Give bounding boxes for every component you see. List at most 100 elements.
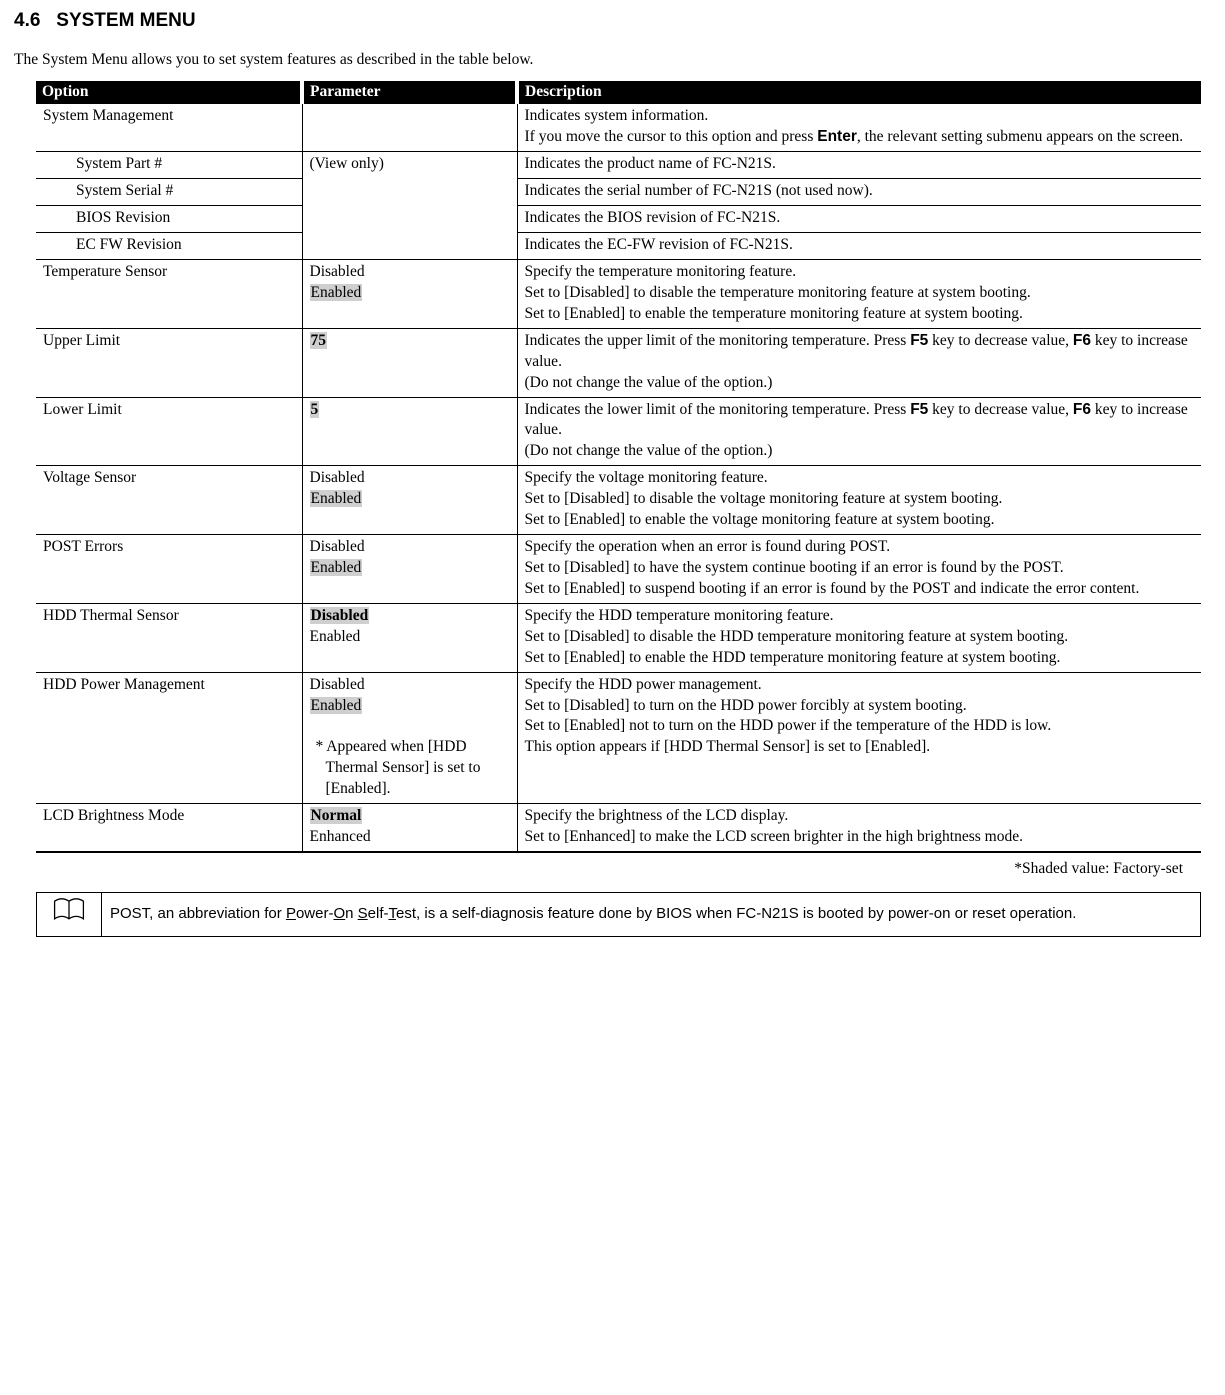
cell-parameter: Disabled Enabled: [302, 535, 517, 604]
cell-option: Temperature Sensor: [36, 260, 302, 329]
param-value: 5: [310, 401, 320, 418]
desc-line: Set to [Enabled] to suspend booting if a…: [525, 579, 1195, 600]
key-f6: F6: [1073, 401, 1091, 418]
desc-line: Set to [Enabled] not to turn on the HDD …: [525, 716, 1195, 737]
intro-paragraph: The System Menu allows you to set system…: [14, 50, 1211, 71]
cell-description: Indicates the lower limit of the monitor…: [517, 397, 1201, 466]
cell-description: Specify the HDD temperature monitoring f…: [517, 603, 1201, 672]
row-lcd-brightness: LCD Brightness Mode Normal Enhanced Spec…: [36, 804, 1201, 852]
header-option: Option: [36, 81, 302, 104]
desc-line: If you move the cursor to this option an…: [525, 127, 1195, 148]
cell-description: Indicates the product name of FC-N21S.: [517, 152, 1201, 179]
param-note: * Appeared when [HDD Thermal Sensor] is …: [310, 737, 510, 800]
desc-line: Specify the temperature monitoring featu…: [525, 262, 1195, 283]
desc-line: Specify the HDD power management.: [525, 675, 1195, 696]
param-value: 75: [310, 332, 328, 349]
row-ecfw-revision: EC FW Revision Indicates the EC-FW revis…: [36, 233, 1201, 260]
table-header-row: Option Parameter Description: [36, 81, 1201, 104]
desc-line: Specify the voltage monitoring feature.: [525, 468, 1195, 489]
note-text: POST, an abbreviation for Power-On Self-…: [102, 892, 1201, 936]
param-disabled: Disabled: [310, 263, 365, 280]
cell-option: System Management: [36, 104, 302, 152]
desc-line: Specify the brightness of the LCD displa…: [525, 806, 1195, 827]
cell-parameter: Disabled Enabled: [302, 466, 517, 535]
cell-option: LCD Brightness Mode: [36, 804, 302, 852]
cell-option: HDD Power Management: [36, 672, 302, 804]
desc-line: Set to [Disabled] to turn on the HDD pow…: [525, 696, 1195, 717]
cell-description: Indicates the BIOS revision of FC-N21S.: [517, 206, 1201, 233]
section-number: 4.6: [14, 10, 40, 31]
key-enter: Enter: [817, 128, 857, 145]
param-disabled: Disabled: [310, 676, 365, 693]
param-enabled: Enabled: [310, 697, 363, 714]
cell-parameter: 5: [302, 397, 517, 466]
desc-line: Set to [Disabled] to disable the tempera…: [525, 283, 1195, 304]
cell-description: Specify the voltage monitoring feature. …: [517, 466, 1201, 535]
desc-line: Indicates the lower limit of the monitor…: [525, 400, 1195, 442]
row-bios-revision: BIOS Revision Indicates the BIOS revisio…: [36, 206, 1201, 233]
cell-parameter: 75: [302, 328, 517, 397]
cell-description: Indicates the upper limit of the monitor…: [517, 328, 1201, 397]
row-voltage-sensor: Voltage Sensor Disabled Enabled Specify …: [36, 466, 1201, 535]
param-enabled: Enabled: [310, 559, 363, 576]
desc-line: (Do not change the value of the option.): [525, 373, 1195, 394]
desc-line: This option appears if [HDD Thermal Sens…: [525, 737, 1195, 758]
cell-option: POST Errors: [36, 535, 302, 604]
cell-option: Lower Limit: [36, 397, 302, 466]
cell-option: Upper Limit: [36, 328, 302, 397]
cell-description: Specify the brightness of the LCD displa…: [517, 804, 1201, 852]
desc-line: Specify the HDD temperature monitoring f…: [525, 606, 1195, 627]
key-f6: F6: [1073, 332, 1091, 349]
cell-option: System Serial #: [36, 179, 302, 206]
param-enabled: Enabled: [310, 628, 361, 645]
desc-line: Set to [Enabled] to enable the HDD tempe…: [525, 648, 1195, 669]
desc-line: Set to [Disabled] to disable the voltage…: [525, 489, 1195, 510]
param-enabled: Enabled: [310, 490, 363, 507]
cell-option: System Part #: [36, 152, 302, 179]
cell-option: EC FW Revision: [36, 233, 302, 260]
cell-parameter: [302, 104, 517, 152]
row-hdd-thermal-sensor: HDD Thermal Sensor Disabled Enabled Spec…: [36, 603, 1201, 672]
row-upper-limit: Upper Limit 75 Indicates the upper limit…: [36, 328, 1201, 397]
desc-line: Set to [Enabled] to enable the temperatu…: [525, 304, 1195, 325]
key-f5: F5: [910, 401, 928, 418]
row-temperature-sensor: Temperature Sensor Disabled Enabled Spec…: [36, 260, 1201, 329]
row-system-part: System Part # (View only) Indicates the …: [36, 152, 1201, 179]
cell-description: Specify the operation when an error is f…: [517, 535, 1201, 604]
desc-line: Set to [Enabled] to enable the voltage m…: [525, 510, 1195, 531]
cell-description: Indicates the EC-FW revision of FC-N21S.: [517, 233, 1201, 260]
param-disabled: Disabled: [310, 469, 365, 486]
footnote: *Shaded value: Factory-set: [14, 859, 1183, 880]
row-system-management: System Management Indicates system infor…: [36, 104, 1201, 152]
param-disabled: Disabled: [310, 538, 365, 555]
book-icon: [37, 892, 102, 936]
note-box: POST, an abbreviation for Power-On Self-…: [36, 892, 1201, 937]
section-heading: 4.6 SYSTEM MENU: [14, 8, 1211, 34]
cell-option: BIOS Revision: [36, 206, 302, 233]
key-f5: F5: [910, 332, 928, 349]
desc-line: Set to [Disabled] to have the system con…: [525, 558, 1195, 579]
desc-line: Indicates system information.: [525, 106, 1195, 127]
cell-description: Specify the HDD power management. Set to…: [517, 672, 1201, 804]
cell-description: Indicates the serial number of FC-N21S (…: [517, 179, 1201, 206]
cell-option: Voltage Sensor: [36, 466, 302, 535]
desc-line: Set to [Enhanced] to make the LCD screen…: [525, 827, 1195, 848]
header-parameter: Parameter: [302, 81, 517, 104]
param-enhanced: Enhanced: [310, 828, 371, 845]
cell-parameter: Disabled Enabled: [302, 260, 517, 329]
row-lower-limit: Lower Limit 5 Indicates the lower limit …: [36, 397, 1201, 466]
cell-parameter: Disabled Enabled * Appeared when [HDD Th…: [302, 672, 517, 804]
cell-option: HDD Thermal Sensor: [36, 603, 302, 672]
header-description: Description: [517, 81, 1201, 104]
param-normal: Normal: [310, 807, 363, 824]
desc-line: (Do not change the value of the option.): [525, 441, 1195, 462]
row-system-serial: System Serial # Indicates the serial num…: [36, 179, 1201, 206]
desc-line: Set to [Disabled] to disable the HDD tem…: [525, 627, 1195, 648]
cell-parameter: Disabled Enabled: [302, 603, 517, 672]
desc-line: Specify the operation when an error is f…: [525, 537, 1195, 558]
cell-parameter: Normal Enhanced: [302, 804, 517, 852]
section-title: SYSTEM MENU: [56, 10, 195, 31]
options-table: Option Parameter Description System Mana…: [36, 81, 1201, 853]
cell-description: Indicates system information. If you mov…: [517, 104, 1201, 152]
param-disabled: Disabled: [310, 607, 370, 624]
